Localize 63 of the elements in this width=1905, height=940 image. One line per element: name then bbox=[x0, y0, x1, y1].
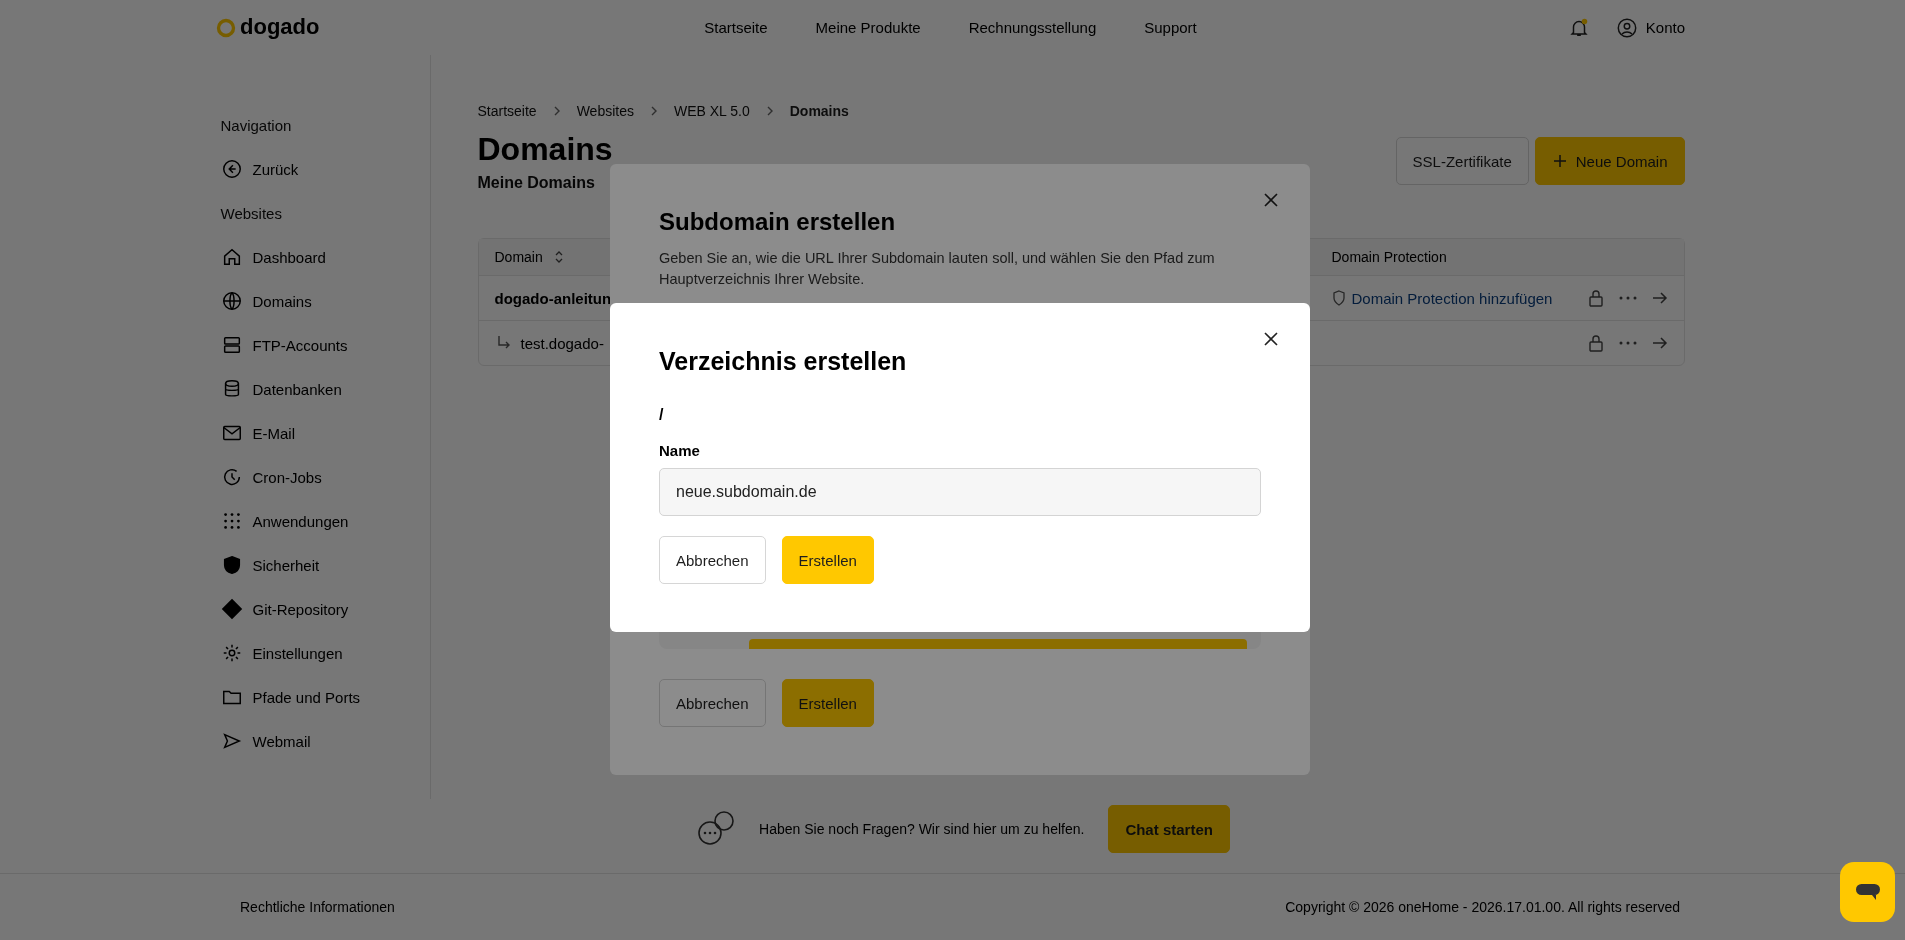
domain-cell: test.dogado- bbox=[520, 334, 604, 352]
sidebar-item[interactable]: Datenbanken bbox=[220, 374, 342, 404]
dialog-title: Subdomain erstellen bbox=[659, 208, 897, 236]
lock-icon[interactable] bbox=[1587, 289, 1604, 307]
nav-link[interactable]: Meine Produkte bbox=[815, 19, 921, 36]
nav-link[interactable]: Support bbox=[1144, 19, 1197, 36]
page-title: Domains bbox=[477, 131, 613, 168]
account-link[interactable]: Konto bbox=[1615, 16, 1685, 39]
send-icon bbox=[220, 730, 243, 752]
sidebar-item[interactable]: Sicherheit bbox=[220, 550, 320, 580]
sidebar-section-title: Websites bbox=[220, 203, 282, 224]
chat-start-button[interactable]: Chat starten bbox=[1108, 805, 1230, 853]
name-input-field[interactable]: neue.subdomain.de bbox=[659, 468, 1261, 516]
legal-link[interactable]: Rechtliche Informationen bbox=[240, 899, 395, 915]
path-text: / bbox=[659, 406, 665, 424]
arrow-right-icon[interactable] bbox=[1651, 291, 1668, 305]
domain-cell: dogado-anleitun bbox=[494, 289, 612, 307]
user-icon bbox=[1615, 16, 1638, 39]
sidebar-item[interactable]: E-Mail bbox=[220, 418, 295, 448]
dialog-button[interactable]: Erstellen bbox=[781, 536, 874, 584]
column-header: Domain Protection bbox=[1331, 249, 1447, 265]
dialog-title: Verzeichnis erstellen bbox=[659, 347, 908, 376]
copyright-text: Copyright © 2026 oneHome - 2026.17.01.00. All rights reserved bbox=[1285, 899, 1680, 915]
nav-link[interactable]: Startseite bbox=[704, 19, 768, 36]
dialog-description: Geben Sie an, wie die URL Ihrer Subdomain lauten soll, und wählen Sie den Pfad zum Hauptverzeichnis Ihrer Website. bbox=[659, 249, 1216, 289]
domain-protection-link[interactable]: Domain Protection hinzufügen bbox=[1331, 289, 1553, 307]
dialog-button[interactable]: Erstellen bbox=[781, 679, 874, 727]
dialog-button[interactable]: Abbrechen bbox=[659, 679, 766, 727]
dialog-button[interactable]: Abbrechen bbox=[659, 536, 766, 584]
chat-button[interactable] bbox=[1840, 862, 1895, 922]
sidebar-item[interactable]: FTP-Accounts bbox=[220, 330, 348, 360]
arrow-right-icon[interactable] bbox=[1651, 336, 1668, 350]
action-button[interactable]: Neue Domain bbox=[1534, 137, 1685, 185]
close-icon[interactable] bbox=[1262, 330, 1280, 348]
sidebar-item[interactable]: Zurück bbox=[220, 154, 299, 184]
breadcrumb-link[interactable]: Domains bbox=[789, 103, 849, 119]
help-text: Haben Sie noch Fragen? Wir sind hier um zu helfen. bbox=[759, 821, 1085, 837]
action-button[interactable]: SSL-Zertifikate bbox=[1395, 137, 1529, 185]
field-label: Name bbox=[659, 442, 701, 459]
more-icon[interactable] bbox=[1617, 340, 1638, 346]
sidebar-item[interactable]: Anwendungen bbox=[220, 506, 349, 536]
sidebar-section-title: Navigation bbox=[220, 115, 292, 136]
breadcrumb-link[interactable]: WEB XL 5.0 bbox=[673, 103, 750, 119]
shield-icon bbox=[1331, 290, 1346, 306]
sidebar-item[interactable]: Einstellungen bbox=[220, 638, 343, 668]
breadcrumb-link[interactable]: Websites bbox=[576, 103, 634, 119]
logo-icon bbox=[216, 17, 236, 38]
sidebar-item[interactable]: Dashboard bbox=[220, 242, 326, 272]
sidebar-item[interactable]: Webmail bbox=[220, 726, 311, 756]
page-subtitle: Meine Domains bbox=[477, 174, 596, 192]
sidebar-item[interactable]: Git-Repository bbox=[220, 594, 349, 624]
diamond-icon bbox=[220, 598, 243, 620]
lock-icon[interactable] bbox=[1587, 334, 1604, 352]
globe-icon bbox=[220, 290, 243, 312]
sidebar-item[interactable]: Cron-Jobs bbox=[220, 462, 322, 492]
sidebar-item[interactable]: Domains bbox=[220, 286, 312, 316]
column-header[interactable]: Domain bbox=[494, 249, 543, 265]
plus-icon bbox=[1551, 153, 1568, 169]
logo-text[interactable]: dogado bbox=[240, 15, 320, 40]
breadcrumb-link[interactable]: Startseite bbox=[477, 103, 537, 119]
more-icon[interactable] bbox=[1617, 295, 1638, 301]
sidebar-item[interactable]: Pfade und Ports bbox=[220, 682, 361, 712]
nav-link[interactable]: Rechnungsstellung bbox=[968, 19, 1097, 36]
